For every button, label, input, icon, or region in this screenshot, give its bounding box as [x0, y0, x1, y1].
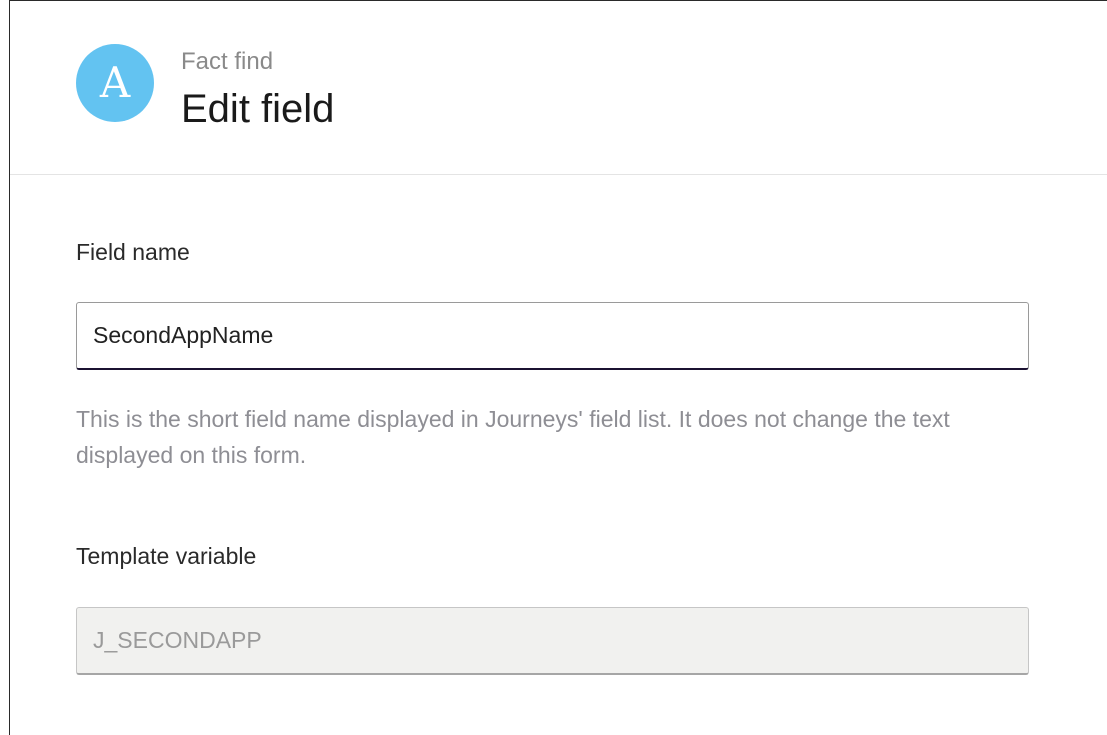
panel-header: A Fact find Edit field	[10, 1, 1107, 175]
template-variable-label: Template variable	[76, 543, 257, 569]
field-name-input[interactable]	[76, 302, 1029, 370]
field-name-label: Field name	[76, 239, 190, 265]
page-title: Edit field	[181, 87, 335, 131]
edit-field-panel: A Fact find Edit field Field name This i…	[9, 0, 1107, 735]
breadcrumb: Fact find	[181, 48, 274, 75]
avatar: A	[76, 44, 154, 122]
field-name-help-text: This is the short field name displayed i…	[76, 406, 950, 468]
template-variable-input	[76, 607, 1029, 675]
